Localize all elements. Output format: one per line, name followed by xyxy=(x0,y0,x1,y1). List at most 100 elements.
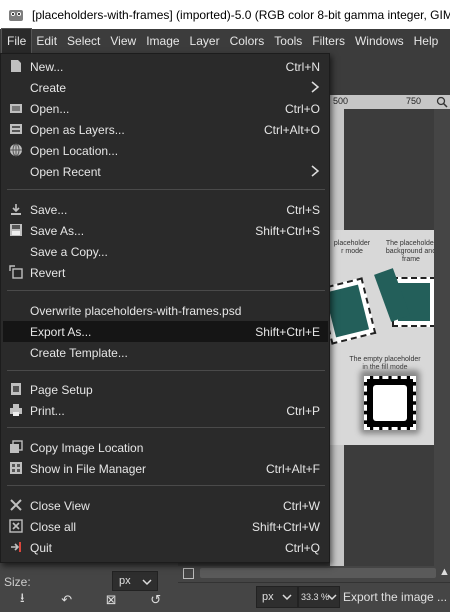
menu-item-label: Create Template... xyxy=(30,346,128,360)
save-as-icon xyxy=(9,223,23,237)
page-setup-icon xyxy=(9,382,23,396)
menu-item-quit[interactable]: Quit Ctrl+Q xyxy=(3,537,328,558)
menu-item-open[interactable]: Open... Ctrl+O xyxy=(3,98,328,119)
menu-item-label: Save a Copy... xyxy=(30,245,108,259)
menu-item-save[interactable]: Save... Ctrl+S xyxy=(3,199,328,220)
menu-item-label: Open... xyxy=(30,102,70,116)
placeholder-caption-right: The placeholder background and frame xyxy=(385,240,434,263)
menu-item-label: Create xyxy=(30,81,67,95)
menu-item-label: Open Location... xyxy=(30,144,119,158)
unit-select[interactable]: px xyxy=(256,586,298,608)
chevron-down-icon xyxy=(142,579,152,586)
menu-filters[interactable]: Filters xyxy=(307,29,350,53)
menu-layer[interactable]: Layer xyxy=(185,29,225,53)
image-content: placeholder r mode The placeholder backg… xyxy=(330,230,434,445)
menu-separator xyxy=(7,485,325,486)
chevron-down-icon xyxy=(327,594,337,601)
menu-item-shortcut: Ctrl+Q xyxy=(284,541,320,555)
file-manager-icon xyxy=(9,461,23,475)
copy-location-icon xyxy=(9,440,23,454)
quick-mask-toggle[interactable] xyxy=(183,568,194,579)
menu-file[interactable]: File xyxy=(0,28,33,54)
menu-item-create[interactable]: Create xyxy=(3,77,328,98)
menu-item-create-template[interactable]: Create Template... xyxy=(3,342,328,363)
horizontal-scrollbar[interactable]: ▲ xyxy=(178,566,450,582)
menu-item-show-in-file-manager[interactable]: Show in File Manager Ctrl+Alt+F xyxy=(3,458,328,479)
menu-item-label: Close View xyxy=(30,499,90,513)
menu-item-label: Close all xyxy=(30,520,77,534)
menu-item-shortcut: Ctrl+W xyxy=(283,499,320,513)
menu-item-shortcut: Ctrl+Alt+O xyxy=(263,123,320,137)
menu-item-label: Open Recent xyxy=(30,165,101,179)
menu-bar: File Edit Select View Image Layer Colors… xyxy=(0,28,450,54)
menu-item-close-view[interactable]: Close View Ctrl+W xyxy=(3,495,328,516)
globe-icon xyxy=(9,143,23,157)
save-preset-icon[interactable]: ⭳ xyxy=(13,590,31,609)
zoom-select[interactable]: 33.3 % xyxy=(298,586,340,608)
reset-icon[interactable]: ↺ xyxy=(147,591,165,609)
menu-item-label: Page Setup xyxy=(30,383,93,397)
open-layers-icon xyxy=(9,122,23,136)
menu-item-page-setup[interactable]: Page Setup xyxy=(3,379,328,400)
ruler-mark: 750 xyxy=(406,96,422,106)
menu-item-export-as[interactable]: Export As... Shift+Ctrl+E xyxy=(3,321,328,342)
menu-item-label: Revert xyxy=(30,266,66,280)
chevron-down-icon xyxy=(282,594,292,601)
file-menu: New... Ctrl+N Create Open... Ctrl+O Open… xyxy=(0,53,330,563)
menu-item-label: Export As... xyxy=(30,325,92,339)
menu-item-revert[interactable]: Revert xyxy=(3,262,328,283)
status-bar: px 33.3 % Export the image ... xyxy=(178,582,450,612)
open-icon xyxy=(9,101,23,115)
menu-view[interactable]: View xyxy=(105,29,141,53)
new-image-icon xyxy=(9,59,23,73)
gimp-app-icon xyxy=(9,9,23,21)
menu-item-open-as-layers[interactable]: Open as Layers... Ctrl+Alt+O xyxy=(3,119,328,140)
ruler-mark: 500 xyxy=(333,96,349,106)
menu-item-shortcut: Shift+Ctrl+E xyxy=(255,325,320,339)
menu-item-print[interactable]: Print... Ctrl+P xyxy=(3,400,328,421)
revert-icon xyxy=(9,265,23,279)
menu-item-overwrite[interactable]: Overwrite placeholders-with-frames.psd xyxy=(3,300,328,321)
menu-item-shortcut: Ctrl+P xyxy=(286,404,320,418)
menu-item-label: Save As... xyxy=(30,224,85,238)
menu-select[interactable]: Select xyxy=(62,29,105,53)
menu-separator xyxy=(7,189,325,190)
menu-item-shortcut: Ctrl+O xyxy=(284,102,320,116)
menu-item-copy-image-location[interactable]: Copy Image Location xyxy=(3,437,328,458)
zoom-to-fit-icon[interactable] xyxy=(436,96,448,108)
scroll-track[interactable] xyxy=(200,568,436,578)
window-titlebar: [placeholders-with-frames] (imported)-5.… xyxy=(0,0,450,29)
menu-item-open-location[interactable]: Open Location... xyxy=(3,140,328,161)
empty-placeholder-fill xyxy=(373,385,407,421)
navigate-icon[interactable]: ▲ xyxy=(439,566,450,578)
menu-item-open-recent[interactable]: Open Recent xyxy=(3,161,328,182)
menu-item-label: Overwrite placeholders-with-frames.psd xyxy=(30,304,242,318)
menu-item-new[interactable]: New... Ctrl+N xyxy=(3,56,328,77)
size-unit-value: px xyxy=(119,575,131,587)
menu-item-close-all[interactable]: Close all Shift+Ctrl+W xyxy=(3,516,328,537)
menu-colors[interactable]: Colors xyxy=(225,29,270,53)
menu-item-save-a-copy[interactable]: Save a Copy... xyxy=(3,241,328,262)
menu-separator xyxy=(7,370,325,371)
delete-preset-icon[interactable]: ⊠ xyxy=(102,591,120,609)
menu-item-shortcut: Ctrl+Alt+F xyxy=(265,462,320,476)
horizontal-ruler[interactable]: 500 750 xyxy=(330,95,450,109)
restore-preset-icon[interactable]: ↶ xyxy=(58,591,76,609)
menu-item-label: Print... xyxy=(30,404,65,418)
menu-image[interactable]: Image xyxy=(141,29,184,53)
menu-item-label: Save... xyxy=(30,203,68,217)
quit-icon xyxy=(9,540,23,554)
menu-edit[interactable]: Edit xyxy=(31,29,62,53)
menu-tools[interactable]: Tools xyxy=(269,29,307,53)
menu-separator xyxy=(7,290,325,291)
menu-item-save-as[interactable]: Save As... Shift+Ctrl+S xyxy=(3,220,328,241)
menu-help[interactable]: Help xyxy=(409,29,444,53)
menu-item-label: New... xyxy=(30,60,64,74)
menu-item-shortcut: Shift+Ctrl+S xyxy=(255,224,320,238)
menu-windows[interactable]: Windows xyxy=(350,29,409,53)
status-message: Export the image ... xyxy=(343,590,448,604)
close-all-icon xyxy=(9,519,23,533)
placeholder-frame xyxy=(330,277,377,345)
vertical-scrollbar[interactable] xyxy=(434,109,450,566)
size-label: Size: xyxy=(4,575,31,589)
